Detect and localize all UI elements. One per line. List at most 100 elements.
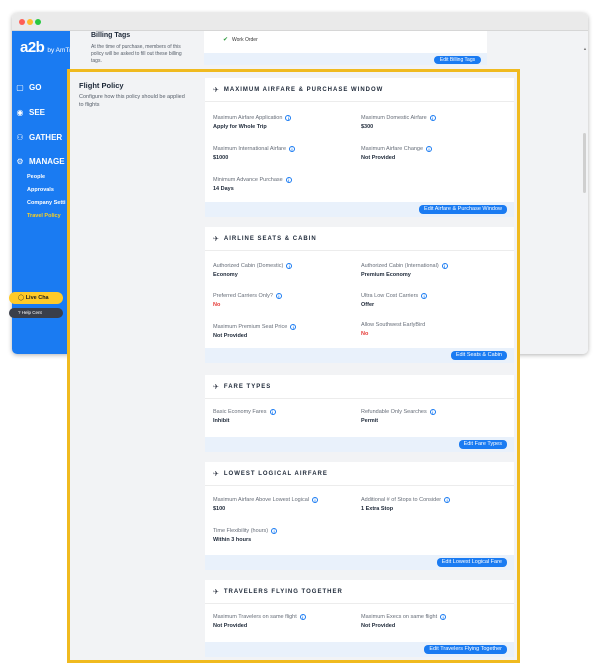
chat-bubble-icon: ◯ — [18, 295, 26, 301]
nav-manage-label: MANAGE — [29, 157, 65, 166]
plane-icon: ✈ — [213, 383, 219, 391]
info-icon[interactable]: i — [275, 293, 282, 299]
section-title: TRAVELERS FLYING TOGETHER — [223, 588, 343, 595]
section-footer: Edit Travelers Flying Together — [205, 642, 514, 657]
live-chat-button[interactable]: ◯ Live Cha — [9, 292, 63, 304]
info-icon[interactable]: i — [285, 177, 292, 183]
edit-lowest-logical-fare-button[interactable]: Edit Lowest Logical Fare — [436, 558, 507, 567]
field-value: $300 — [361, 124, 374, 130]
info-icon[interactable]: i — [312, 497, 318, 503]
field-value: Not Provided — [361, 155, 396, 161]
field-label: Maximum Domestic Airfare — [361, 115, 427, 121]
section-title: LOWEST LOGICAL AIRFARE — [223, 470, 328, 477]
info-icon[interactable]: i — [429, 115, 436, 121]
field-time-flexibility: Time Flexibility (hours) i Within 3 hours — [213, 528, 278, 543]
flight-policy-panel: Flight Policy Configure how this policy … — [67, 69, 520, 663]
field-label: Maximum Airfare Above Lowest Logical — [213, 497, 309, 503]
sidebar-item-approvals[interactable]: Approvals — [27, 187, 54, 193]
sidebar-item-people[interactable]: People — [27, 174, 45, 180]
close-window-button[interactable] — [19, 19, 25, 25]
section-footer: Edit Airfare & Purchase Window — [205, 202, 514, 217]
info-icon[interactable]: i — [290, 324, 297, 330]
info-icon[interactable]: i — [299, 614, 306, 620]
field-max-execs-same-flight: Maximum Execs on same flight i Not Provid… — [361, 614, 447, 629]
field-value: 1 Extra Stop — [361, 506, 394, 512]
field-label: Maximum Airfare Application — [213, 115, 283, 121]
field-value: Apply for Whole Trip — [213, 124, 267, 130]
info-icon[interactable]: i — [269, 409, 276, 415]
section-airline-seats-cabin: ✈ AIRLINE SEATS & CABIN Authorized Cabin… — [205, 227, 514, 363]
field-value: No — [361, 331, 369, 337]
nav-see-label: SEE — [29, 108, 46, 117]
field-label: Authorized Cabin (Domestic) — [213, 263, 284, 269]
field-value: $100 — [213, 506, 226, 512]
field-value: Not Provided — [213, 333, 248, 339]
field-max-above-lowest-logical: Maximum Airfare Above Lowest Logical i $1… — [213, 497, 318, 512]
section-footer: Edit Lowest Logical Fare — [205, 555, 514, 570]
nav-go[interactable]: ▢ GO — [16, 83, 41, 92]
edit-airfare-purchase-window-button[interactable]: Edit Airfare & Purchase Window — [419, 205, 507, 214]
edit-billing-tags-button[interactable]: Edit Billing Tags — [434, 56, 481, 64]
billing-tags-title: Billing Tags — [91, 32, 131, 39]
nav-go-label: GO — [29, 83, 42, 92]
section-header: ✈ FARE TYPES — [205, 375, 514, 399]
field-value: Not Provided — [213, 623, 248, 629]
help-center-label: Help Cent — [21, 310, 42, 315]
field-value: Permit — [361, 418, 379, 424]
sidebar-item-travel-policy[interactable]: Travel Policy — [27, 213, 61, 219]
field-max-airfare-change: Maximum Airfare Change i Not Provided — [361, 146, 433, 161]
info-icon[interactable]: i — [444, 497, 451, 503]
live-chat-label: Live Cha — [25, 295, 49, 301]
sidebar-item-company-settings[interactable]: Company Setti — [27, 200, 66, 206]
section-header: ✈ TRAVELERS FLYING TOGETHER — [205, 580, 514, 604]
field-label: Basic Economy Fares — [213, 409, 267, 415]
info-icon[interactable]: i — [421, 293, 428, 299]
field-label: Maximum Execs on same flight — [361, 614, 438, 620]
nav-see[interactable]: ◉ SEE — [16, 108, 46, 117]
scroll-up-arrow-icon[interactable]: ▲ — [583, 46, 587, 51]
edit-seats-cabin-button[interactable]: Edit Seats & Cabin — [450, 351, 507, 360]
info-icon[interactable]: i — [426, 146, 433, 152]
billing-tag-item: Work Order — [232, 37, 258, 43]
minimize-window-button[interactable] — [27, 19, 33, 25]
edit-travelers-flying-together-button[interactable]: Edit Travelers Flying Together — [424, 645, 507, 654]
field-label: Preferred Carriers Only? — [213, 293, 273, 299]
help-center-button[interactable]: ? Help Cent — [9, 308, 63, 318]
gear-icon: ⚙ — [16, 157, 24, 166]
field-value: Within 3 hours — [213, 537, 252, 543]
field-allow-southwest-earlybird: Allow Southwest EarlyBird No — [361, 322, 425, 337]
section-title: AIRLINE SEATS & CABIN — [223, 235, 317, 242]
field-label: Maximum International Airfare — [213, 146, 287, 152]
field-label: Minimum Advance Purchase — [213, 177, 283, 183]
field-max-international-airfare: Maximum International Airfare i $1000 — [213, 146, 296, 161]
info-icon[interactable]: i — [285, 115, 292, 121]
section-header: ✈ LOWEST LOGICAL AIRFARE — [205, 462, 514, 486]
info-icon[interactable]: i — [286, 263, 293, 269]
field-label: Maximum Airfare Change — [361, 146, 424, 152]
scrollbar-thumb[interactable] — [583, 133, 586, 193]
info-icon[interactable]: i — [429, 409, 436, 415]
nav-gather[interactable]: ⚇ GATHER — [16, 133, 62, 142]
field-label: Maximum Premium Seat Price — [213, 324, 288, 330]
info-icon[interactable]: i — [271, 528, 278, 534]
field-max-domestic-airfare: Maximum Domestic Airfare i $300 — [361, 115, 436, 130]
nav-manage[interactable]: ⚙ MANAGE — [16, 157, 65, 166]
info-icon[interactable]: i — [440, 614, 447, 620]
info-icon[interactable]: i — [289, 146, 296, 152]
field-basic-economy-fares: Basic Economy Fares i Inhibit — [213, 409, 276, 424]
field-min-advance-purchase: Minimum Advance Purchase i 14 Days — [213, 177, 292, 192]
field-label: Additional # of Stops to Consider — [361, 497, 442, 503]
flight-policy-title: Flight Policy — [79, 81, 124, 90]
info-icon[interactable]: i — [441, 263, 448, 269]
zoom-window-button[interactable] — [35, 19, 41, 25]
plane-icon: ✈ — [213, 588, 219, 596]
field-max-travelers-same-flight: Maximum Travelers on same flight i Not Pr… — [213, 614, 306, 629]
field-value: Not Provided — [361, 623, 396, 629]
field-ultra-low-cost-carriers: Ultra Low Cost Carriers i Offer — [361, 293, 428, 308]
field-label: Time Flexibility (hours) — [213, 528, 269, 534]
field-label: Maximum Travelers on same flight — [213, 614, 297, 620]
sidebar: a2b by AmTrav ▢ GO ◉ SEE ⚇ GATHER ⚙ MANA… — [12, 31, 78, 354]
field-label: Allow Southwest EarlyBird — [361, 322, 426, 328]
field-value: $1000 — [213, 155, 229, 161]
edit-fare-types-button[interactable]: Edit Fare Types — [458, 440, 507, 449]
